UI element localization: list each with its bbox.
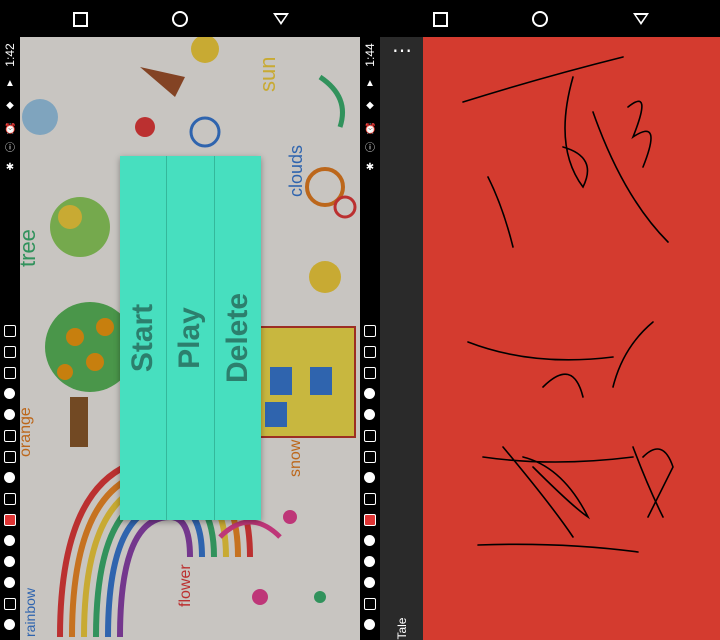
info-icon: ⓘ [5, 143, 15, 154]
notification-icon [4, 346, 16, 358]
bluetooth-icon: ✱ [365, 162, 375, 173]
notification-icon [364, 514, 376, 526]
search-icon [364, 388, 375, 399]
notification-icon [364, 493, 376, 505]
notification-icon [364, 619, 375, 630]
notification-icon [364, 535, 375, 546]
search-icon [4, 388, 15, 399]
notification-icon [364, 430, 376, 442]
start-label: Start [126, 303, 160, 373]
search-icon [364, 577, 375, 588]
home-icon[interactable] [532, 11, 548, 27]
search-icon [4, 577, 15, 588]
status-bar: 1:44 ▲ ◆ ⏰ ⓘ ✱ [360, 0, 380, 640]
back-icon[interactable] [273, 13, 289, 25]
signal-icon: ▲ [365, 78, 375, 89]
notification-icon [4, 367, 16, 379]
delete-button[interactable]: Delete [215, 156, 261, 520]
left-screen: 1:42 ▲ ◆ ⏰ ⓘ ✱ tree orange rainbow cloud… [0, 0, 360, 640]
info-icon: ⓘ [365, 143, 375, 154]
status-time: 1:42 [3, 43, 17, 67]
app-bar: ⋯ Kids Tale [380, 37, 423, 640]
status-time: 1:44 [363, 43, 377, 67]
back-icon[interactable] [633, 13, 649, 25]
drawing-canvas[interactable] [423, 37, 720, 640]
notification-icon [364, 409, 375, 420]
notification-icon [4, 556, 15, 567]
notification-icon [4, 325, 16, 337]
navigation-bar [380, 0, 720, 37]
notification-icon [364, 451, 376, 463]
start-button[interactable]: Start [120, 156, 168, 520]
handwritten-title-drawing [462, 56, 674, 553]
recents-icon[interactable] [73, 12, 88, 27]
notification-icon [4, 535, 15, 546]
signal-icon: ▲ [5, 78, 15, 89]
notification-icon [4, 598, 16, 610]
wifi-icon: ◆ [366, 100, 374, 111]
delete-label: Delete [220, 292, 254, 384]
navigation-bar [20, 0, 360, 37]
alarm-icon: ⏰ [364, 124, 377, 135]
right-screen: 1:44 ▲ ◆ ⏰ ⓘ ✱ ⋯ Kids Tale [360, 0, 720, 640]
notification-icon [4, 451, 16, 463]
home-icon[interactable] [172, 11, 188, 27]
status-bar: 1:42 ▲ ◆ ⏰ ⓘ ✱ [0, 0, 20, 640]
notification-icon [364, 598, 376, 610]
play-label: Play [173, 307, 207, 369]
notification-icon [364, 367, 376, 379]
notification-icon [4, 514, 16, 526]
notification-icon [4, 619, 15, 630]
alarm-icon: ⏰ [4, 124, 17, 135]
notification-icon [364, 472, 375, 483]
notification-icon [364, 346, 376, 358]
notification-icon [4, 493, 16, 505]
main-menu: Start Play Delete [120, 156, 261, 520]
app-title: Kids Tale [395, 606, 409, 640]
notification-icon [4, 409, 15, 420]
overflow-menu-icon[interactable]: ⋯ [392, 41, 412, 63]
bluetooth-icon: ✱ [5, 162, 15, 173]
notification-icon [4, 472, 15, 483]
notification-icon [364, 556, 375, 567]
play-button[interactable]: Play [167, 156, 215, 520]
wifi-icon: ◆ [6, 100, 14, 111]
recents-icon[interactable] [433, 12, 448, 27]
notification-icon [4, 430, 16, 442]
notification-icon [364, 325, 376, 337]
